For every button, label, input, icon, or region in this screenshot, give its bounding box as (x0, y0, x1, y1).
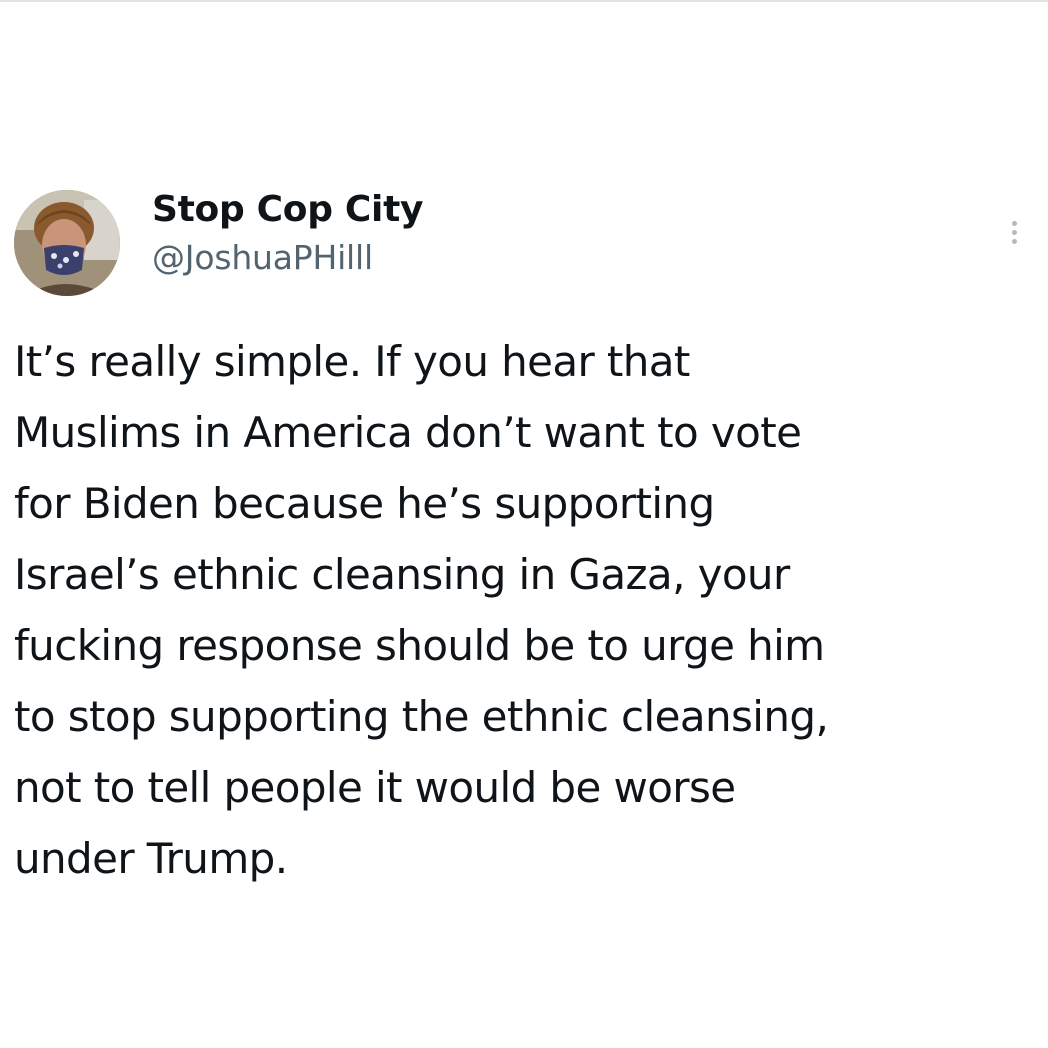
author-handle[interactable]: @JoshuaPHilll (152, 236, 423, 280)
tweet-text: It’s really simple. If you hear that Mus… (14, 326, 1024, 894)
tweet-header: Stop Cop City @JoshuaPHilll (14, 188, 1034, 298)
author-display-name[interactable]: Stop Cop City (152, 188, 423, 232)
top-divider (0, 0, 1048, 2)
tweet[interactable]: Stop Cop City @JoshuaPHilll It’s really … (14, 188, 1034, 894)
tweet-text-line: under Trump. (14, 834, 288, 883)
avatar[interactable] (14, 190, 120, 296)
tweet-text-line: Israel’s ethnic cleansing in Gaza, your (14, 550, 790, 599)
more-options-button[interactable] (1000, 212, 1028, 252)
more-vertical-icon-dot (1011, 229, 1017, 235)
tweet-text-line: for Biden because he’s supporting (14, 479, 715, 528)
tweet-text-line: Muslims in America don’t want to vote (14, 408, 802, 457)
author-names: Stop Cop City @JoshuaPHilll (152, 188, 423, 280)
tweet-text-line: to stop supporting the ethnic cleansing, (14, 692, 829, 741)
tweet-text-line: fucking response should be to urge him (14, 621, 825, 670)
tweet-text-line: It’s really simple. If you hear that (14, 337, 690, 386)
more-vertical-icon (1011, 220, 1017, 226)
more-vertical-icon-dot (1011, 238, 1017, 244)
avatar-image (14, 190, 120, 296)
tweet-text-line: not to tell people it would be worse (14, 763, 736, 812)
